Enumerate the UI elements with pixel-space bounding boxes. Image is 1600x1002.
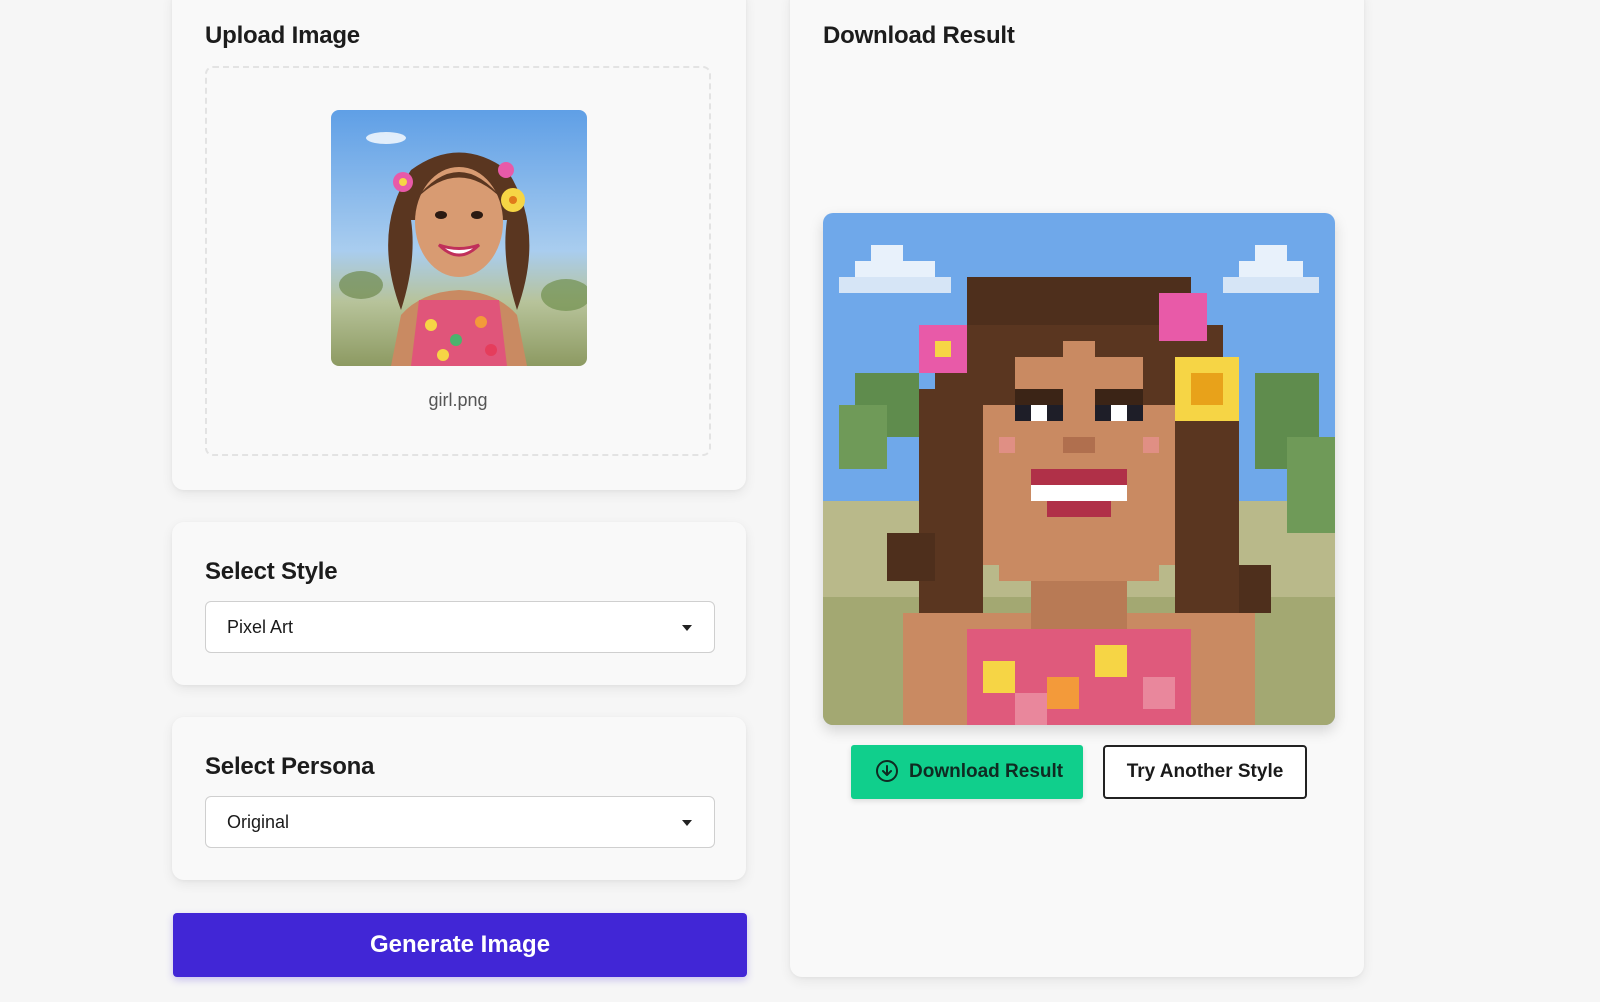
persona-select-value: Original [227, 812, 290, 832]
persona-select[interactable]: Original [205, 796, 715, 848]
download-circle-icon [875, 759, 899, 783]
pixel-art-result-image [823, 213, 1335, 725]
style-select[interactable]: Pixel Art [205, 601, 715, 653]
upload-card: Upload Image girl.png [172, 0, 746, 490]
uploaded-image-preview [331, 110, 587, 366]
download-result-label: Download Result [909, 761, 1064, 782]
style-select-value: Pixel Art [227, 617, 294, 637]
result-card: Download Result Download Result Try Anot… [790, 0, 1364, 977]
download-result-button[interactable]: Download Result [851, 745, 1083, 799]
result-title: Download Result [823, 22, 1015, 49]
generate-image-button[interactable]: Generate Image [173, 913, 747, 977]
style-title: Select Style [205, 558, 338, 585]
upload-dropzone[interactable]: girl.png [205, 66, 711, 456]
style-card: Select Style Pixel Art [172, 522, 746, 685]
chevron-down-icon [682, 625, 692, 631]
persona-title: Select Persona [205, 753, 375, 780]
chevron-down-icon [682, 820, 692, 826]
upload-title: Upload Image [205, 22, 360, 49]
uploaded-file-name: girl.png [428, 390, 488, 410]
persona-card: Select Persona Original [172, 717, 746, 880]
try-another-style-button[interactable]: Try Another Style [1103, 745, 1307, 799]
